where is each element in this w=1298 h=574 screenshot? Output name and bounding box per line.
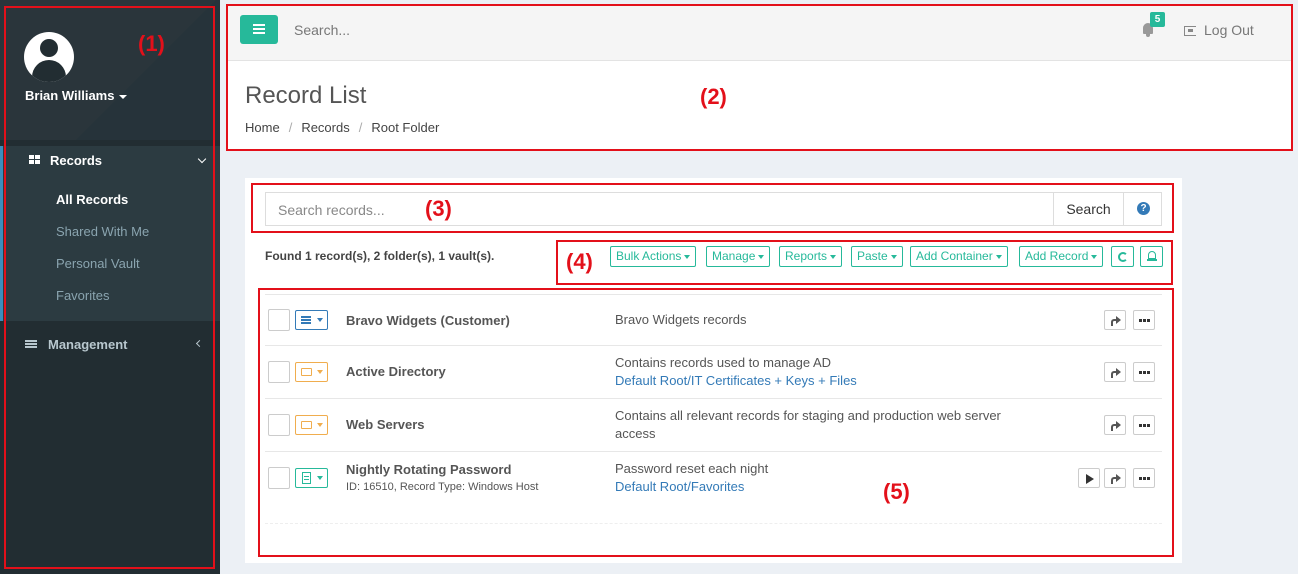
- annotation-box-2: [226, 4, 1293, 151]
- annotation-label-1: (1): [138, 31, 165, 56]
- annotation-box-5: [258, 288, 1174, 557]
- annotation-box-4: [556, 240, 1173, 285]
- results-summary: Found 1 record(s), 2 folder(s), 1 vault(…: [265, 249, 495, 263]
- annotation-label-3: (3): [425, 196, 452, 221]
- annotation-box-3: [251, 183, 1174, 233]
- annotation-box-1: [4, 6, 215, 569]
- annotation-label-2: (2): [700, 84, 727, 109]
- annotation-label-5: (5): [883, 479, 910, 504]
- annotation-label-4: (4): [566, 249, 593, 274]
